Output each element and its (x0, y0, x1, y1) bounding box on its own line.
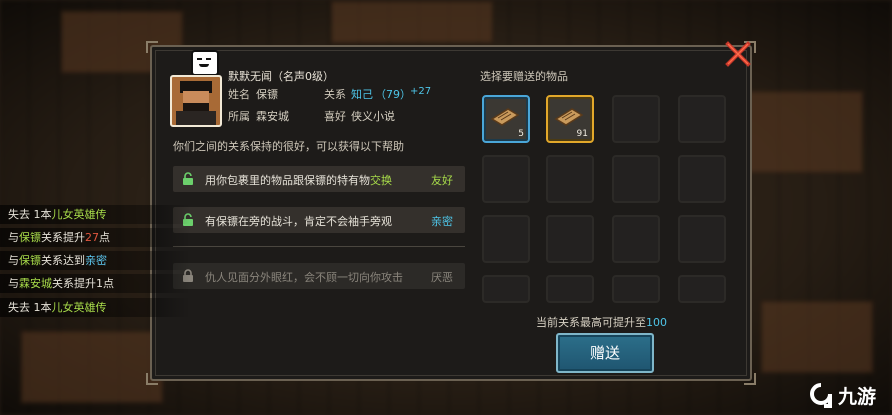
log-entry: 失去 1本儿女英雄传 (0, 298, 190, 317)
gift-slot-empty[interactable] (678, 215, 726, 263)
perk-tag: 亲密 (431, 215, 453, 228)
gift-slot-empty[interactable] (546, 155, 594, 203)
hobby-label: 喜好 (324, 110, 346, 123)
emote-bubble-icon (191, 50, 219, 76)
book-icon (554, 108, 584, 126)
gift-slot-empty[interactable] (546, 215, 594, 263)
jiuyou-logo-icon (810, 383, 832, 408)
gift-slot-empty[interactable] (678, 155, 726, 203)
gift-slot-empty[interactable] (482, 275, 530, 303)
hobby-value: 侠义小说 (351, 110, 395, 123)
relation-value: 知己 (351, 88, 373, 101)
log-entry: 与霖安城关系提升1点 (0, 274, 190, 293)
faction-label: 所属 (228, 110, 250, 123)
gift-slot-empty[interactable] (678, 95, 726, 143)
perk-highlight: 交换 (370, 174, 392, 187)
relation-delta: +27 (410, 86, 432, 97)
close-icon[interactable] (724, 40, 752, 68)
gift-section-title: 选择要赠送的物品 (480, 70, 568, 83)
watermark-text: 九游 (838, 386, 877, 408)
unlock-icon (183, 172, 193, 185)
item-count: 91 (576, 129, 588, 139)
faction-value: 霖安城 (256, 110, 289, 123)
perk-text: 有保镖在旁的战斗，肯定不会袖手旁观 (205, 215, 392, 228)
perk-hostile: 仇人见面分外眼红，会不顾一切向你攻击 厌恶 (173, 263, 465, 289)
name-label: 姓名 (228, 88, 250, 101)
fame-title: 默默无闻（名声0级） (228, 70, 334, 83)
log-entry: 与保镖关系提升27点 (0, 228, 190, 247)
name-value: 保镖 (256, 88, 278, 101)
perk-tag: 友好 (431, 174, 453, 187)
perk-trade[interactable]: 用你包裹里的物品跟保镖的特有物交换 友好 (173, 166, 465, 192)
gift-slot-empty[interactable] (612, 155, 660, 203)
perk-combat-help: 有保镖在旁的战斗，肯定不会袖手旁观 亲密 (173, 207, 465, 233)
gift-slot-empty[interactable] (482, 215, 530, 263)
perk-text: 仇人见面分外眼红，会不顾一切向你攻击 (205, 271, 403, 284)
character-portrait (170, 75, 222, 127)
gift-slot-empty[interactable] (612, 275, 660, 303)
gift-slot-empty[interactable] (546, 275, 594, 303)
perk-tag: 厌恶 (431, 271, 453, 284)
gift-slot-empty[interactable] (612, 95, 660, 143)
relation-score: （79） (375, 88, 411, 101)
gift-slot-empty[interactable] (612, 215, 660, 263)
gift-slot-1[interactable]: 5 (482, 95, 530, 143)
relation-label: 关系 (324, 88, 346, 101)
max-relation-text: 当前关系最高可提升至100 (536, 316, 667, 329)
perk-text: 用你包裹里的物品跟保镖的特有物 (205, 174, 370, 187)
book-icon (490, 108, 520, 126)
gift-slot-empty[interactable] (678, 275, 726, 303)
perk-divider (173, 246, 465, 247)
gift-slot-2[interactable]: 91 (546, 95, 594, 143)
relation-description: 你们之间的关系保持的很好，可以获得以下帮助 (173, 140, 404, 153)
log-entry: 失去 1本儿女英雄传 (0, 205, 190, 224)
gift-button[interactable]: 赠送 (556, 333, 654, 373)
log-entry: 与保镖关系达到亲密 (0, 251, 190, 270)
item-count: 5 (518, 129, 524, 139)
gift-slot-empty[interactable] (482, 155, 530, 203)
